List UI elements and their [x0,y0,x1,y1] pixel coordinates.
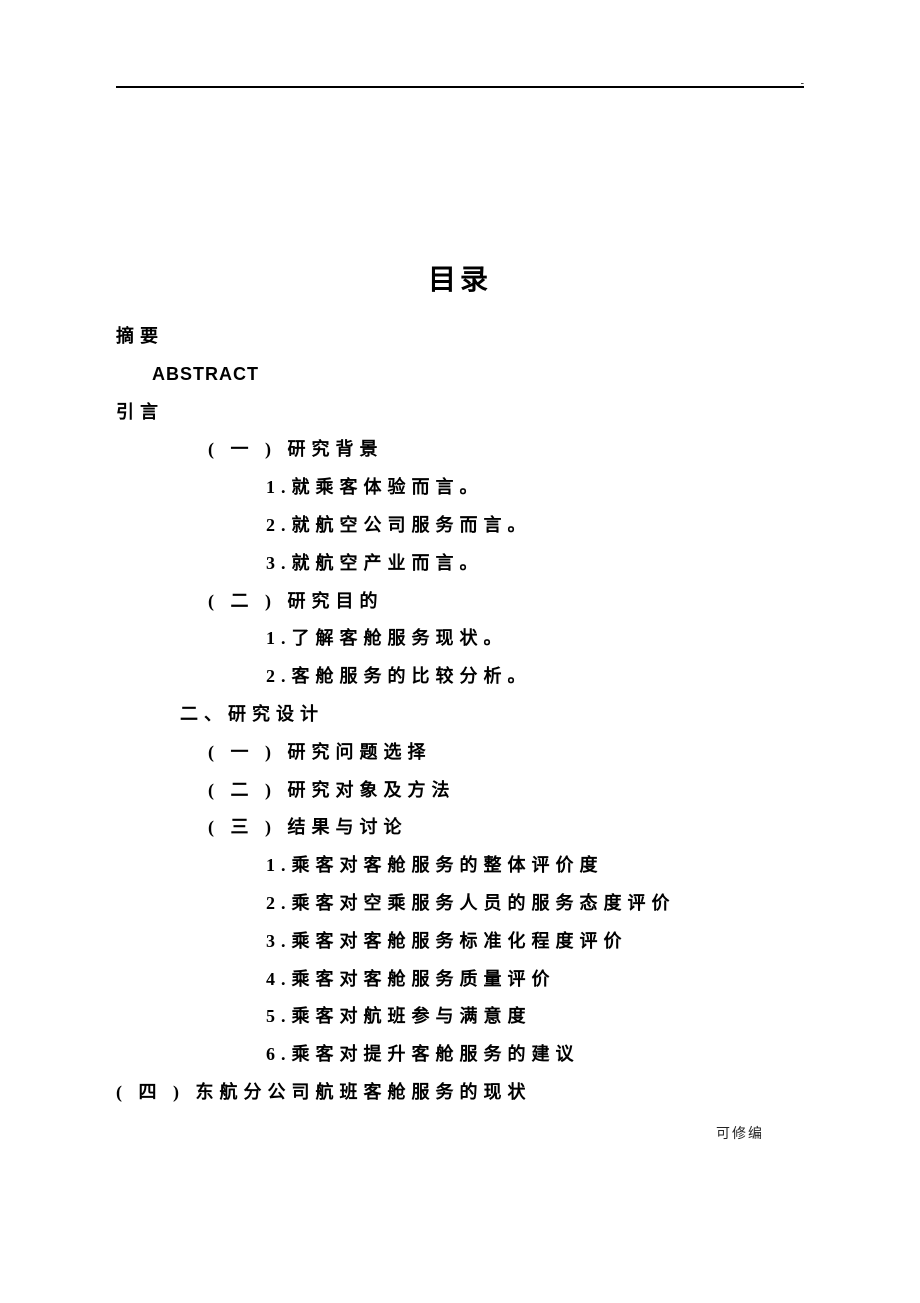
toc-entry: 1.就乘客体验而言。 [116,469,804,507]
toc-entry: ( 一 ) 研究背景 [116,431,804,469]
toc-title: 目录 [116,258,804,298]
toc-entry: 1.了解客舱服务现状。 [116,620,804,658]
toc-entry: ( 四 ) 东航分公司航班客舱服务的现状 [116,1074,804,1112]
toc-entry: 5.乘客对航班参与满意度 [116,998,804,1036]
toc-entry: 二、研究设计 [116,696,804,734]
toc-entry: ( 二 ) 研究对象及方法 [116,772,804,810]
toc-entry: 3.就航空产业而言。 [116,545,804,583]
toc-entry: 摘要 [116,318,804,356]
toc-entry: 3.乘客对客舱服务标准化程度评价 [116,923,804,961]
toc-entry: ( 三 ) 结果与讨论 [116,809,804,847]
toc-entry: ( 一 ) 研究问题选择 [116,734,804,772]
toc-entry: 2.客舱服务的比较分析。 [116,658,804,696]
toc-entry: 引言 [116,394,804,432]
content-area: 目录 摘要 ABSTRACT 引言 ( 一 ) 研究背景 1.就乘客体验而言。 … [116,78,804,1112]
toc-entry: 4.乘客对客舱服务质量评价 [116,961,804,999]
toc-entry: ABSTRACT [116,356,804,394]
toc-entry: 2.乘客对空乘服务人员的服务态度评价 [116,885,804,923]
header-rule [116,86,804,88]
document-page: - 目录 摘要 ABSTRACT 引言 ( 一 ) 研究背景 1.就乘客体验而言… [0,0,920,1303]
footer-text: 可修编 [716,1123,764,1143]
toc-entry: 2.就航空公司服务而言。 [116,507,804,545]
toc-entry: 6.乘客对提升客舱服务的建议 [116,1036,804,1074]
toc-entry: ( 二 ) 研究目的 [116,583,804,621]
toc-entry: 1.乘客对客舱服务的整体评价度 [116,847,804,885]
